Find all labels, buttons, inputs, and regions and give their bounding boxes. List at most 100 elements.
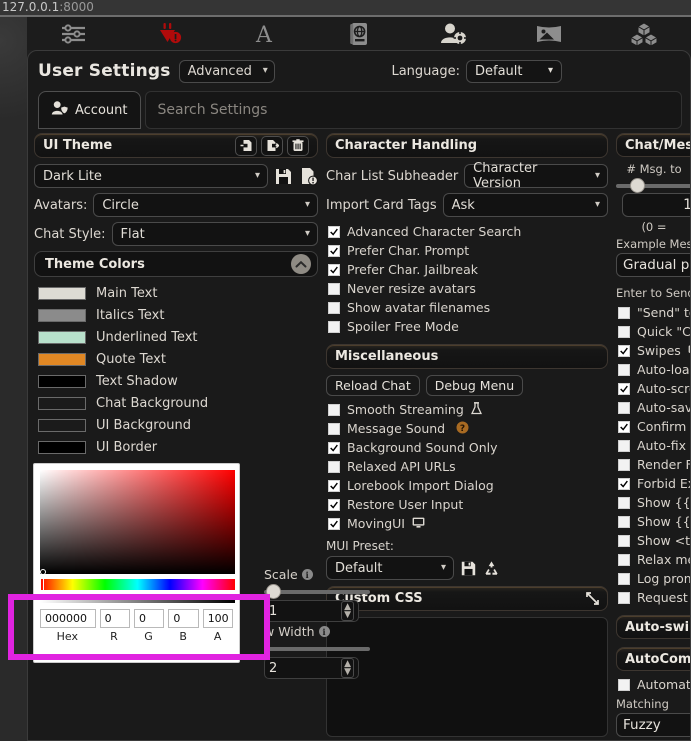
checkbox-spoiler-free-mode[interactable] xyxy=(328,321,340,333)
spinner-icon[interactable]: ▲▼ xyxy=(341,658,354,678)
theme-delete-icon[interactable] xyxy=(287,136,309,156)
sv-cursor[interactable] xyxy=(40,569,46,575)
checkbox-row[interactable]: Prefer Char. Jailbreak xyxy=(326,260,608,279)
saturation-value-area[interactable] xyxy=(40,470,235,574)
checkbox-message-sound[interactable] xyxy=(328,423,340,435)
checkbox-row[interactable]: Auto-save xyxy=(616,398,691,417)
section-chat-messages[interactable]: Chat/Mess xyxy=(616,133,691,157)
update-theme-icon[interactable] xyxy=(299,167,318,186)
checkbox-swipes[interactable] xyxy=(618,345,630,357)
checkbox-row[interactable]: Background Sound Only xyxy=(326,438,608,457)
checkbox-row[interactable]: Swipes xyxy=(616,341,691,360)
color-swatch[interactable] xyxy=(38,419,86,432)
msg-to-load-value[interactable]: 10 xyxy=(622,193,691,217)
nav-advanced-formatting[interactable]: A xyxy=(217,17,312,50)
checkbox-row[interactable]: Auto-load xyxy=(616,360,691,379)
checkbox-request-token[interactable] xyxy=(618,592,630,604)
hue-slider[interactable] xyxy=(40,579,235,590)
checkbox-row[interactable]: Spoiler Free Mode xyxy=(326,317,608,336)
checkbox-show-tags[interactable] xyxy=(618,535,630,547)
help-circle-icon[interactable]: ? xyxy=(456,421,469,437)
theme-color-row[interactable]: Italics Text xyxy=(34,304,318,326)
theme-import-icon[interactable] xyxy=(235,136,257,156)
restore-icon[interactable] xyxy=(483,560,500,577)
char-list-subheader-select[interactable]: Character Version ▾ xyxy=(464,164,608,188)
info-icon[interactable]: i xyxy=(319,626,330,637)
chat-style-select[interactable]: Flat ▾ xyxy=(112,222,318,246)
checkbox-render-formulas[interactable] xyxy=(618,459,630,471)
search-settings-box[interactable] xyxy=(145,91,683,129)
checkbox-log-prompts[interactable] xyxy=(618,573,630,585)
msg-to-load-slider[interactable] xyxy=(616,178,691,192)
scale-numberbox[interactable]: 1 ▲▼ xyxy=(264,600,359,622)
checkbox-row[interactable]: Automati xyxy=(616,675,691,694)
checkbox-row[interactable]: Smooth Streaming xyxy=(326,400,608,419)
checkbox-row[interactable]: Request t xyxy=(616,588,691,607)
theme-color-row[interactable]: Text Shadow xyxy=(34,370,318,392)
avatars-select[interactable]: Circle ▾ xyxy=(93,193,318,217)
matching-select[interactable]: Fuzzy xyxy=(616,713,691,737)
section-ui-theme[interactable]: UI Theme xyxy=(34,133,318,158)
checkbox-row[interactable]: Message Sound ? xyxy=(326,419,608,438)
checkbox-row[interactable]: Relaxed API URLs xyxy=(326,457,608,476)
checkbox-row[interactable]: Quick "Co xyxy=(616,322,691,341)
theme-color-row[interactable]: UI Background xyxy=(34,414,318,436)
hue-cursor[interactable] xyxy=(40,578,44,591)
theme-color-row[interactable]: Underlined Text xyxy=(34,326,318,348)
section-autocomplete[interactable]: AutoComp xyxy=(616,647,691,671)
nav-api-connections[interactable] xyxy=(122,17,217,50)
color-swatch[interactable] xyxy=(38,353,86,366)
checkbox-movingui[interactable] xyxy=(328,518,340,530)
theme-color-row[interactable]: UI Border xyxy=(34,436,318,458)
checkbox-row[interactable]: No Text Shadows xyxy=(36,737,296,741)
custom-css-textarea[interactable] xyxy=(326,617,608,737)
checkbox-auto-save[interactable] xyxy=(618,402,630,414)
width-slider[interactable] xyxy=(264,641,360,655)
theme-color-row[interactable]: Quote Text xyxy=(34,348,318,370)
color-swatch[interactable] xyxy=(38,397,86,410)
scale-slider[interactable] xyxy=(264,584,360,598)
checkbox-background-sound-only[interactable] xyxy=(328,442,340,454)
section-character-handling[interactable]: Character Handling xyxy=(326,133,608,158)
checkbox-row[interactable]: MovingUI xyxy=(326,514,608,533)
spinner-icon[interactable]: ▲▼ xyxy=(341,601,354,621)
checkbox-relax-message[interactable] xyxy=(618,554,630,566)
width-numberbox[interactable]: 2 ▲▼ xyxy=(264,657,359,679)
checkbox-relaxed-api-urls[interactable] xyxy=(328,461,340,473)
checkbox-row[interactable]: Relax me xyxy=(616,550,691,569)
nav-user-settings[interactable] xyxy=(406,17,501,50)
checkbox-show-char-macro[interactable] xyxy=(618,497,630,509)
alpha-slider[interactable] xyxy=(40,594,235,603)
theme-select[interactable]: Dark Lite ▾ xyxy=(34,164,268,188)
nav-ai-response-configuration[interactable] xyxy=(27,17,122,50)
checkbox-confirm[interactable] xyxy=(618,421,630,433)
checkbox-send-to[interactable] xyxy=(618,307,630,319)
nav-world-info[interactable] xyxy=(312,17,407,50)
checkbox-row[interactable]: Log prom xyxy=(616,569,691,588)
green-input[interactable]: 0 xyxy=(134,609,164,628)
section-auto-swipe[interactable]: Auto-swip xyxy=(616,615,691,639)
nav-extensions[interactable] xyxy=(596,17,691,50)
theme-export-icon[interactable] xyxy=(261,136,283,156)
save-theme-icon[interactable] xyxy=(274,167,293,186)
red-input[interactable]: 0 xyxy=(100,609,130,628)
search-input[interactable] xyxy=(156,101,672,119)
debug-menu-button[interactable]: Debug Menu xyxy=(426,375,523,396)
checkbox-row[interactable]: Show <ta xyxy=(616,531,691,550)
save-icon[interactable] xyxy=(460,560,477,577)
checkbox-never-resize-avatars[interactable] xyxy=(328,283,340,295)
checkbox-show-avatar-filenames[interactable] xyxy=(328,302,340,314)
section-theme-colors[interactable]: Theme Colors xyxy=(34,251,318,277)
section-miscellaneous[interactable]: Miscellaneous xyxy=(326,344,608,369)
color-picker-popup[interactable]: 000000 0 0 0 100 Hex R G B A xyxy=(33,463,240,663)
theme-color-row[interactable]: Main Text xyxy=(34,282,318,304)
slider-knob[interactable] xyxy=(266,584,281,599)
checkbox-row[interactable]: Confirm xyxy=(616,417,691,436)
color-swatch[interactable] xyxy=(38,287,86,300)
blue-input[interactable]: 0 xyxy=(168,609,198,628)
slider-knob[interactable] xyxy=(630,178,645,193)
color-swatch[interactable] xyxy=(38,331,86,344)
checkbox-row[interactable]: Prefer Char. Prompt xyxy=(326,241,608,260)
checkbox-row[interactable]: Show {{ch xyxy=(616,493,691,512)
checkbox-row[interactable]: Never resize avatars xyxy=(326,279,608,298)
